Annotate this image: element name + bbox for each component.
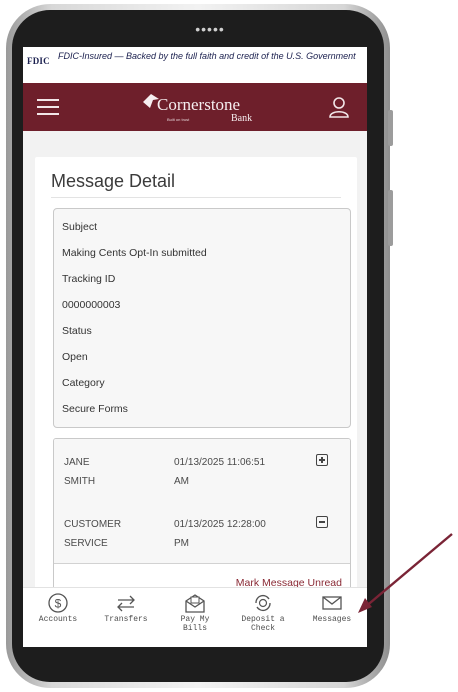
nav-label-line2: Bills	[182, 623, 207, 633]
sender-line2: SMITH	[64, 476, 96, 487]
volume-button	[388, 110, 393, 146]
mark-unread-link[interactable]: Mark Message Unread	[214, 577, 342, 587]
thread-date: 01/13/2025 11:06:51 AM	[174, 453, 304, 491]
nav-pay-bills[interactable]: Pay My Bills	[162, 588, 228, 638]
nav-transfers[interactable]: Transfers	[93, 588, 159, 638]
fdic-banner: FDIC FDIC-Insured — Backed by the full f…	[23, 47, 367, 84]
thread-sender: CUSTOMER SERVICE	[64, 515, 134, 553]
message-info-box: Subject Making Cents Opt-In submitted Tr…	[53, 208, 351, 428]
screen-bottom-bezel	[23, 647, 367, 653]
thread-row[interactable]: CUSTOMER SERVICE 01/13/2025 12:28:00 PM	[54, 501, 350, 564]
nav-label-line2: Check	[250, 623, 275, 633]
thread-row[interactable]: JANE SMITH 01/13/2025 11:06:51 AM	[54, 439, 350, 502]
message-detail-card: Message Detail Subject Making Cents Opt-…	[35, 157, 357, 587]
nav-label: Accounts	[38, 615, 78, 624]
nav-label: Messages	[312, 615, 352, 624]
tracking-value: 0000000003	[62, 299, 121, 311]
page-title: Message Detail	[51, 171, 176, 191]
sender-line1: JANE	[64, 457, 90, 468]
nav-label: Transfers	[104, 615, 148, 624]
tracking-label: Tracking ID	[62, 273, 116, 285]
collapse-minus-icon[interactable]	[316, 516, 328, 528]
app-screen: FDIC FDIC-Insured — Backed by the full f…	[23, 47, 367, 647]
transfer-arrows-icon	[117, 595, 135, 612]
envelope-bill-icon	[185, 594, 205, 613]
date-line1: 01/13/2025 11:06:51	[174, 457, 266, 468]
brand-logo: Cornerstone Bank Built on trust	[139, 89, 259, 127]
nav-accounts[interactable]: $ Accounts	[25, 588, 91, 638]
category-value: Secure Forms	[62, 403, 128, 415]
mail-icon	[322, 596, 342, 610]
status-label: Status	[62, 325, 92, 337]
date-line1: 01/13/2025 12:28:00	[174, 519, 266, 530]
svg-text:$: $	[55, 597, 62, 611]
thread-date: 01/13/2025 12:28:00 PM	[174, 515, 304, 553]
nav-label: Pay My Bills	[162, 615, 228, 633]
bottom-nav: $ Accounts Transfers Pay My Bills Deposi…	[23, 587, 367, 638]
app-header: Cornerstone Bank Built on trust	[23, 83, 367, 131]
power-button	[388, 190, 393, 246]
expand-plus-icon[interactable]	[316, 454, 328, 466]
camera-deposit-icon	[255, 595, 271, 611]
hamburger-icon[interactable]	[37, 99, 59, 115]
nav-label: Deposit a Check	[230, 615, 296, 633]
dollar-circle-icon: $	[48, 593, 68, 613]
fdic-notice: FDIC-Insured — Backed by the full faith …	[58, 51, 356, 61]
sender-line1: CUSTOMER	[64, 519, 122, 530]
user-icon[interactable]	[327, 95, 351, 119]
sender-line2: SERVICE	[64, 538, 108, 549]
thread-sender: JANE SMITH	[64, 453, 134, 491]
title-divider	[51, 197, 341, 198]
status-value: Open	[62, 351, 88, 363]
nav-messages[interactable]: Messages	[299, 588, 365, 638]
category-label: Category	[62, 377, 105, 389]
subject-label: Subject	[62, 221, 98, 233]
message-thread: JANE SMITH 01/13/2025 11:06:51 AM CUSTOM…	[53, 438, 351, 587]
fdic-logo: FDIC	[27, 56, 50, 66]
speaker-grille: •••••	[195, 21, 225, 37]
content-area: Message Detail Subject Making Cents Opt-…	[23, 131, 367, 587]
brand-name: Cornerstone	[157, 95, 241, 114]
brand-tagline: Built on trust	[167, 117, 190, 122]
nav-deposit-check[interactable]: Deposit a Check	[230, 588, 296, 638]
subject-value: Making Cents Opt-In submitted	[62, 247, 207, 259]
brand-sub: Bank	[231, 113, 253, 124]
date-line2: AM	[174, 476, 189, 487]
date-line2: PM	[174, 538, 189, 549]
